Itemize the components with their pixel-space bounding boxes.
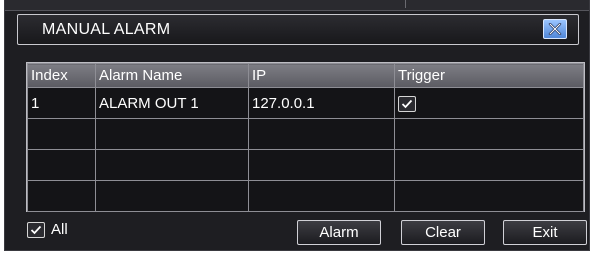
cell-alarm-name: ALARM OUT 1 — [95, 87, 249, 119]
trigger-checkbox[interactable] — [398, 95, 416, 112]
empty-cell — [95, 180, 249, 212]
column-header-index: Index — [27, 63, 96, 88]
all-label: All — [51, 221, 68, 238]
alarm-button[interactable]: Alarm — [297, 220, 381, 245]
checkmark-icon — [30, 225, 42, 234]
table-row-empty — [27, 180, 584, 212]
exit-button[interactable]: Exit — [503, 220, 587, 245]
close-button[interactable] — [543, 19, 567, 39]
empty-cell — [27, 149, 96, 181]
empty-cell — [248, 118, 395, 150]
all-checkbox[interactable] — [27, 221, 45, 238]
empty-cell — [248, 149, 395, 181]
cell-trigger — [394, 87, 584, 119]
manual-alarm-dialog: MANUAL ALARM Index Alarm Name IP Trigger… — [4, 0, 590, 251]
table-header-row: Index Alarm Name IP Trigger — [27, 63, 584, 88]
table-row[interactable]: 1 ALARM OUT 1 127.0.0.1 — [27, 87, 584, 119]
empty-cell — [27, 180, 96, 212]
table-row-empty — [27, 118, 584, 150]
column-header-trigger: Trigger — [394, 63, 584, 88]
empty-cell — [95, 149, 249, 181]
empty-cell — [394, 118, 584, 150]
title-bar: MANUAL ALARM — [17, 14, 579, 45]
alarm-table: Index Alarm Name IP Trigger 1 ALARM OUT … — [26, 62, 585, 212]
empty-cell — [394, 149, 584, 181]
top-strip-divider — [405, 0, 406, 8]
top-strip — [5, 0, 589, 11]
cell-index: 1 — [27, 87, 96, 119]
select-all-toggle[interactable]: All — [27, 221, 68, 238]
dialog-title: MANUAL ALARM — [42, 21, 171, 38]
cell-ip: 127.0.0.1 — [248, 87, 395, 119]
column-header-ip: IP — [248, 63, 395, 88]
clear-button[interactable]: Clear — [401, 220, 485, 245]
empty-cell — [27, 118, 96, 150]
empty-cell — [248, 180, 395, 212]
checkmark-icon — [401, 99, 413, 108]
empty-cell — [95, 118, 249, 150]
table-row-empty — [27, 149, 584, 181]
empty-cell — [394, 180, 584, 212]
close-x-icon — [548, 23, 562, 35]
column-header-alarm-name: Alarm Name — [95, 63, 249, 88]
